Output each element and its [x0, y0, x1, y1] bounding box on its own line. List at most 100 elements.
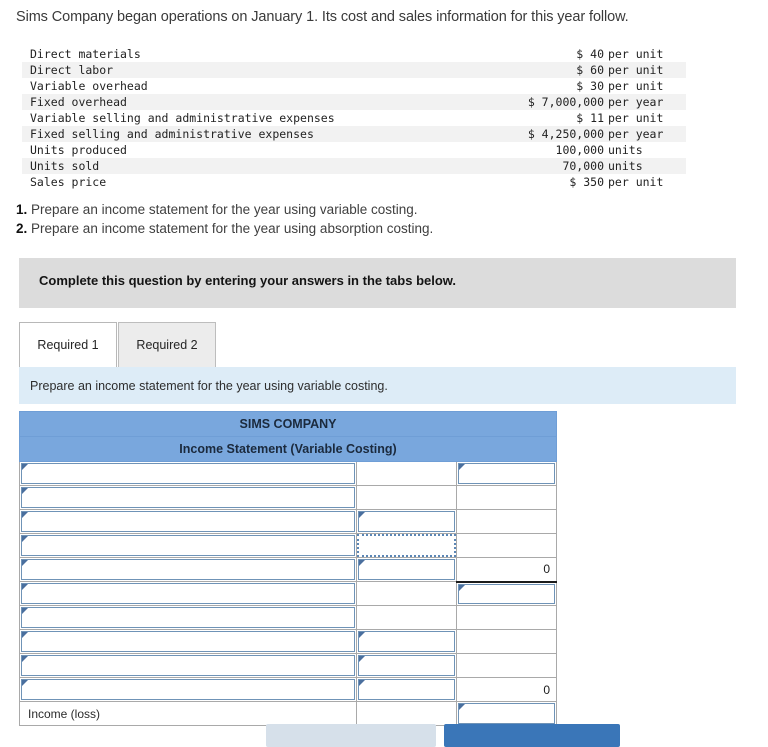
- fact-unit: units: [608, 143, 643, 157]
- tab-required-1[interactable]: Required 1: [19, 322, 117, 367]
- worksheet-cell-right-8[interactable]: [455, 629, 558, 654]
- worksheet-cell-mid-8[interactable]: [356, 629, 457, 654]
- worksheet-title-row: SIMS COMPANY: [18, 411, 558, 437]
- previous-button[interactable]: [266, 724, 436, 747]
- fact-amount: 70,000: [454, 158, 608, 174]
- table-row: [19, 653, 558, 678]
- complete-question-text: Complete this question by entering your …: [39, 273, 457, 288]
- tab-required-1-label: Required 1: [37, 338, 99, 352]
- input-cell[interactable]: [21, 535, 355, 556]
- input-cell[interactable]: [21, 607, 355, 628]
- tab-required-2[interactable]: Required 2: [118, 322, 216, 367]
- table-row: Direct materials $ 40 per unit: [22, 46, 686, 62]
- fact-unit: per year: [608, 94, 686, 110]
- complete-question-banner: Complete this question by entering your …: [19, 258, 736, 308]
- table-row: [19, 509, 558, 534]
- worksheet-cell-label-1[interactable]: [19, 461, 357, 486]
- input-cell[interactable]: [458, 463, 556, 484]
- input-cell[interactable]: [21, 511, 355, 532]
- cost-facts-table: Direct materials $ 40 per unit Direct la…: [22, 46, 686, 190]
- fact-amount: $ 350: [569, 175, 604, 189]
- worksheet-cell-right-7[interactable]: [455, 605, 558, 630]
- input-cell[interactable]: [21, 679, 355, 700]
- worksheet-cell-mid-6[interactable]: [356, 581, 457, 606]
- cost-facts-body: Direct materials $ 40 per unit Direct la…: [22, 46, 686, 190]
- input-cell[interactable]: [21, 559, 355, 580]
- worksheet-cell-label-10[interactable]: [19, 677, 357, 702]
- worksheet-cell-right-1[interactable]: [455, 461, 558, 486]
- input-cell[interactable]: [358, 511, 455, 532]
- worksheet-cell-right-6[interactable]: [455, 580, 558, 606]
- fact-label: Direct labor: [22, 62, 454, 78]
- worksheet-cell-right-3[interactable]: [455, 509, 558, 534]
- next-button[interactable]: [444, 724, 620, 747]
- input-cell[interactable]: [358, 655, 455, 676]
- table-row: [19, 461, 558, 486]
- worksheet-cell-right-9[interactable]: [455, 653, 558, 678]
- table-row: Units sold 70,000 units: [22, 158, 686, 174]
- input-cell[interactable]: [21, 487, 355, 508]
- fact-unit: per unit: [608, 175, 664, 189]
- input-cell[interactable]: [458, 583, 556, 604]
- income-statement-worksheet: SIMS COMPANY Income Statement (Variable …: [18, 411, 558, 727]
- worksheet-cell-mid-7[interactable]: [356, 605, 457, 630]
- fact-label: Fixed overhead: [22, 94, 454, 110]
- total-value: 0: [543, 682, 551, 697]
- fact-amount: $ 30: [576, 79, 604, 93]
- fact-amount: $ 7,000,000: [454, 94, 608, 110]
- worksheet-cell-label-4[interactable]: [19, 533, 357, 558]
- input-cell-selected[interactable]: [357, 534, 456, 557]
- table-row: Variable selling and administrative expe…: [22, 110, 686, 126]
- worksheet-cell-mid-1[interactable]: [356, 461, 457, 486]
- worksheet-cell-label-6[interactable]: [19, 581, 357, 606]
- problem-intro: Sims Company began operations on January…: [16, 9, 629, 25]
- worksheet-cell-right-2[interactable]: [455, 485, 558, 510]
- sub-instruction-text: Prepare an income statement for the year…: [30, 379, 388, 393]
- fact-unit: per unit: [608, 111, 664, 125]
- worksheet-cell-label-3[interactable]: [19, 509, 357, 534]
- worksheet-cell-right-10[interactable]: 0: [455, 677, 558, 702]
- worksheet-cell-mid-income[interactable]: [356, 701, 457, 726]
- requirement-item: 1. Prepare an income statement for the y…: [16, 200, 752, 219]
- worksheet-cell-mid-5[interactable]: [356, 557, 457, 582]
- requirements-list: 1. Prepare an income statement for the y…: [16, 200, 752, 238]
- fact-label: Variable selling and administrative expe…: [30, 111, 335, 125]
- requirement-number: 2.: [16, 221, 28, 237]
- table-row: [19, 605, 558, 630]
- worksheet-cell-label-2[interactable]: [19, 485, 357, 510]
- worksheet-cell-label-9[interactable]: [19, 653, 357, 678]
- input-cell[interactable]: [358, 679, 455, 700]
- tab-required-2-label: Required 2: [136, 338, 198, 352]
- table-row: 0: [19, 557, 558, 582]
- input-cell[interactable]: [358, 631, 455, 652]
- input-cell[interactable]: [458, 703, 556, 724]
- requirement-item: 2. Prepare an income statement for the y…: [16, 219, 752, 238]
- worksheet-cell-label-5[interactable]: [19, 557, 357, 582]
- worksheet-cell-right-4[interactable]: [455, 533, 558, 558]
- worksheet-cell-label-8[interactable]: [19, 629, 357, 654]
- table-row: Fixed overhead $ 7,000,000 per year: [22, 94, 686, 110]
- worksheet-cell-mid-4[interactable]: [356, 533, 457, 558]
- requirement-text: Prepare an income statement for the year…: [31, 221, 434, 237]
- worksheet-cell-mid-10[interactable]: [356, 677, 457, 702]
- table-row: [19, 580, 558, 606]
- table-row: Sales price $ 350 per unit: [22, 174, 686, 190]
- table-row: [19, 485, 558, 510]
- worksheet-company-name: SIMS COMPANY: [18, 411, 558, 437]
- input-cell[interactable]: [21, 463, 355, 484]
- worksheet-cell-right-income[interactable]: [455, 701, 558, 727]
- fact-unit: per unit: [608, 62, 686, 78]
- input-cell[interactable]: [21, 655, 355, 676]
- worksheet-cell-mid-3[interactable]: [356, 509, 457, 534]
- table-row: Variable overhead $ 30 per unit: [22, 78, 686, 94]
- required-tabs: Required 1 Required 2: [19, 322, 736, 367]
- worksheet-subtitle-row: Income Statement (Variable Costing): [18, 436, 558, 462]
- input-cell[interactable]: [21, 583, 355, 604]
- input-cell[interactable]: [21, 631, 355, 652]
- table-row: Direct labor $ 60 per unit: [22, 62, 686, 78]
- worksheet-cell-right-5[interactable]: 0: [455, 557, 558, 582]
- worksheet-cell-mid-9[interactable]: [356, 653, 457, 678]
- input-cell[interactable]: [358, 559, 455, 580]
- worksheet-cell-label-7[interactable]: [19, 605, 357, 630]
- worksheet-cell-mid-2[interactable]: [356, 485, 457, 510]
